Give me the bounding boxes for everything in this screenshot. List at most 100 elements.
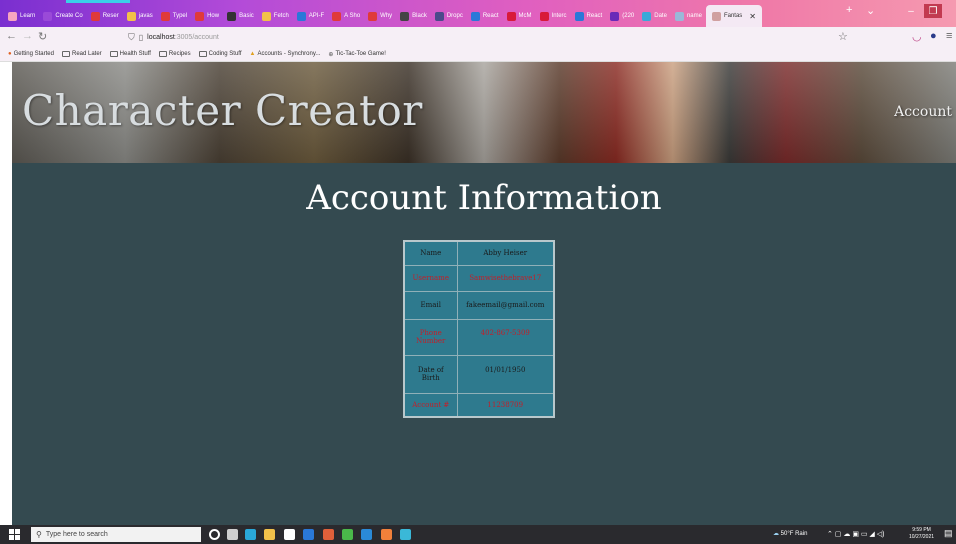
new-tab-button[interactable]: + xyxy=(846,4,852,16)
clock[interactable]: 9:59 PM 10/27/2021 xyxy=(909,527,934,541)
tab-favicon xyxy=(195,11,205,21)
minimize-button[interactable]: – xyxy=(902,4,920,18)
tab-label: Interc xyxy=(551,13,567,19)
globe-icon: ⊕ xyxy=(328,51,334,58)
vscode-icon[interactable] xyxy=(361,529,372,540)
tab-label: javas xyxy=(138,13,153,19)
bookmark-label: Health Stuff xyxy=(119,51,151,57)
url-path: :3005/account xyxy=(174,34,219,41)
table-row: Phone Number 402-867-5309 xyxy=(403,318,555,356)
search-placeholder: Type here to search xyxy=(45,531,108,538)
site-title[interactable]: Character Creator xyxy=(22,86,423,135)
address-bar[interactable]: ⛉ ▯ localhost:3005/account xyxy=(128,32,219,43)
reload-icon[interactable]: ↻ xyxy=(38,30,47,43)
folder-icon xyxy=(198,51,207,57)
tab-label: Why xyxy=(380,13,393,19)
photos-icon[interactable] xyxy=(400,529,411,540)
pocket-icon[interactable]: ◡ xyxy=(912,30,922,43)
table-row: Email fakeemail@gmail.com xyxy=(403,290,555,320)
tab-label: API-F xyxy=(308,13,325,19)
field-label: Name xyxy=(403,240,458,266)
forward-arrow-icon[interactable]: → xyxy=(22,30,33,42)
browser-tab[interactable]: Reser xyxy=(87,5,123,27)
tab-label: Create Co xyxy=(55,13,83,19)
tab-label: McM xyxy=(518,13,532,19)
clock-time: 9:59 PM xyxy=(912,527,931,533)
navigation-bar: ← → ↻ ⛉ ▯ localhost:3005/account ☆ ◡ ● ≡ xyxy=(0,27,956,47)
mail-icon[interactable] xyxy=(303,529,314,540)
tab-label: React xyxy=(586,13,603,19)
nav-account-link[interactable]: Account xyxy=(894,104,952,120)
tab-favicon xyxy=(400,11,410,21)
bookmark-getting-started[interactable]: ● Getting Started xyxy=(8,51,54,57)
browser-tab[interactable]: Black xyxy=(396,5,431,27)
browser-tab[interactable]: A Sho xyxy=(328,5,364,27)
browser-tab[interactable]: Learn xyxy=(4,5,39,27)
back-arrow-icon[interactable]: ← xyxy=(6,30,17,42)
browser-tab[interactable]: Fetch xyxy=(258,5,293,27)
bookmark-star-icon[interactable]: ☆ xyxy=(838,30,848,43)
browser-tab[interactable]: javas xyxy=(123,5,157,27)
widgets-icon[interactable] xyxy=(227,529,238,540)
tab-favicon xyxy=(227,11,237,21)
browser-tab[interactable]: API-F xyxy=(293,5,328,27)
close-icon[interactable]: ✕ xyxy=(749,12,756,21)
field-value: fakeemail@gmail.com xyxy=(456,290,555,320)
browser-tab[interactable]: Basic xyxy=(223,5,258,27)
browser-tab[interactable]: Typel xyxy=(157,5,191,27)
tab-list-chevron-icon[interactable]: ⌄ xyxy=(866,4,875,17)
browser-tab[interactable]: React xyxy=(467,5,503,27)
restore-button[interactable]: ❐ xyxy=(924,4,942,18)
page-content: Character Creator Account Account Inform… xyxy=(12,62,956,525)
office-icon[interactable] xyxy=(323,529,334,540)
store-icon[interactable] xyxy=(284,529,295,540)
browser-tab[interactable]: (220 xyxy=(606,5,638,27)
page-title: Account Information xyxy=(306,178,662,218)
bookmark-label: Tic-Tac-Toe Game! xyxy=(335,51,386,57)
tab-label: (220 xyxy=(622,13,635,19)
bookmark-accounts[interactable]: ▲ Accounts - Synchrony... xyxy=(250,51,321,57)
notification-icon[interactable]: ▤ xyxy=(944,528,953,539)
bookmark-tic-tac-toe[interactable]: ⊕ Tic-Tac-Toe Game! xyxy=(328,51,386,58)
tab-label: Black xyxy=(412,13,427,19)
edge-icon[interactable] xyxy=(245,529,256,540)
tab-favicon xyxy=(642,11,652,21)
bookmark-label: Getting Started xyxy=(13,51,54,57)
table-row: Name Abby Heiser xyxy=(403,240,555,266)
bookmark-health-stuff[interactable]: Health Stuff xyxy=(109,51,151,57)
bookmark-read-later[interactable]: Read Later xyxy=(61,51,102,57)
bookmark-coding-stuff[interactable]: Coding Stuff xyxy=(198,51,242,57)
field-value: 11238709 xyxy=(456,392,555,418)
account-circle-icon[interactable]: ● xyxy=(930,30,937,42)
browser-tab[interactable]: Date xyxy=(638,5,671,27)
browser-tab[interactable]: Create Co xyxy=(39,5,86,27)
menu-icon[interactable]: ≡ xyxy=(946,30,952,42)
tab-favicon xyxy=(368,11,378,21)
browser-tab[interactable]: How xyxy=(191,5,223,27)
firefox-icon[interactable] xyxy=(381,529,392,540)
browser-tab[interactable]: Why xyxy=(364,5,396,27)
browser-tab-strip: Learn Create Co Reser javas Typel How Basic Fet… xyxy=(0,0,956,27)
browser-tab[interactable]: McM xyxy=(503,5,536,27)
system-tray-icons[interactable]: ⌃ ▢ ☁ ▣ ▭ ◢ ◁) xyxy=(827,530,884,538)
bookmark-label: Accounts - Synchrony... xyxy=(257,51,321,57)
tab-active[interactable]: Fantas ✕ xyxy=(705,5,762,27)
windows-start-icon[interactable] xyxy=(9,529,20,540)
browser-tab[interactable]: Dropc xyxy=(431,5,467,27)
rain-cloud-icon: ☁ xyxy=(773,531,779,537)
bookmarks-bar: ● Getting Started Read Later Health Stuff… xyxy=(0,47,956,62)
weather-widget[interactable]: ☁ 50°F Rain xyxy=(773,530,807,537)
task-view-icon[interactable] xyxy=(209,529,220,540)
file-explorer-icon[interactable] xyxy=(264,529,275,540)
chrome-icon[interactable] xyxy=(342,529,353,540)
browser-tab[interactable]: name xyxy=(671,5,706,27)
browser-tab[interactable]: Interc xyxy=(536,5,571,27)
search-icon: ⚲ xyxy=(36,530,42,539)
browser-tab[interactable]: React xyxy=(571,5,607,27)
tab-favicon xyxy=(8,11,17,21)
bookmark-recipes[interactable]: Recipes xyxy=(158,51,191,57)
field-value: Abby Heiser xyxy=(456,240,555,266)
table-row: Date of Birth 01/01/1950 xyxy=(403,354,555,394)
tab-favicon xyxy=(574,11,584,21)
taskbar-search[interactable]: ⚲ Type here to search xyxy=(31,527,201,542)
